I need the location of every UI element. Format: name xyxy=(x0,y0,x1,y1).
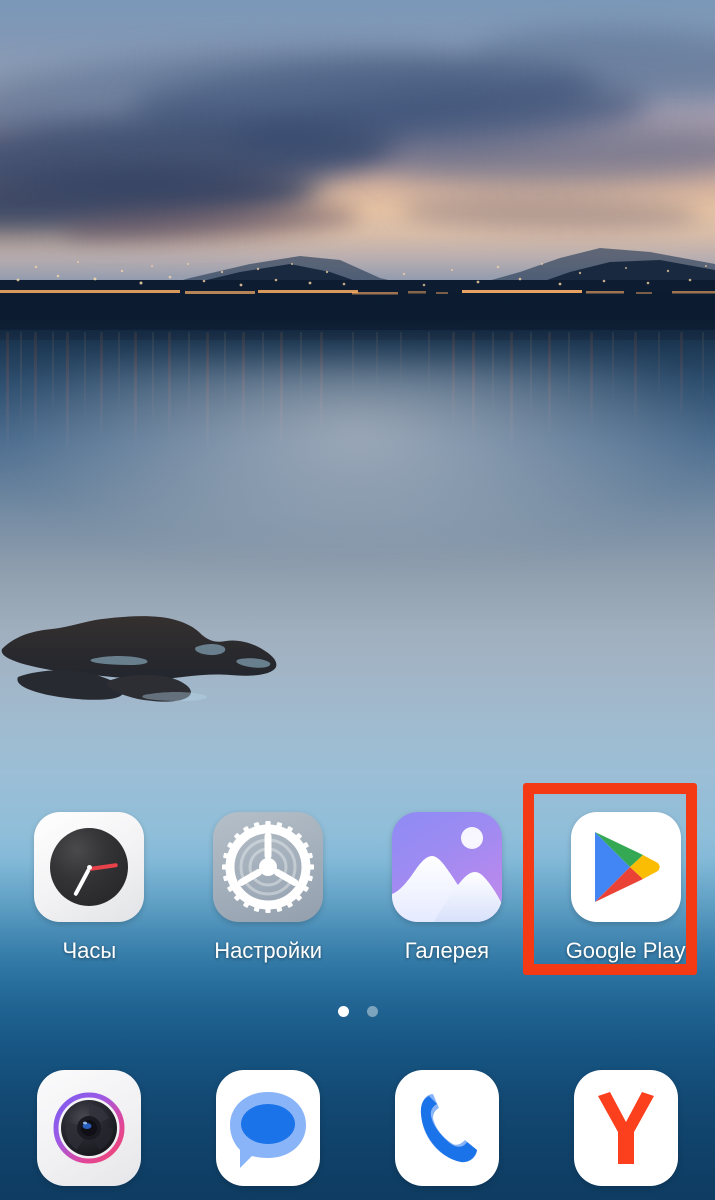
app-label-settings: Настройки xyxy=(214,938,323,963)
app-icon-settings[interactable]: Настройки xyxy=(179,812,358,964)
settings-gear-icon[interactable] xyxy=(213,812,324,922)
home-screen: Часы Настройки Галерея Google Play xyxy=(0,0,715,1200)
messages-bubble-icon[interactable] xyxy=(216,1070,321,1186)
dock-item-messages[interactable] xyxy=(179,1070,358,1186)
clock-minute-hand xyxy=(73,868,92,897)
clock-center-pin xyxy=(86,864,92,870)
clock-icon[interactable] xyxy=(34,812,145,922)
gallery-photo-icon[interactable] xyxy=(391,812,502,922)
app-label-google-play: Google Play xyxy=(565,938,686,963)
page-indicator xyxy=(0,1006,715,1017)
clock-hour-hand xyxy=(89,862,119,871)
app-label-gallery: Галерея xyxy=(404,938,490,963)
dock-item-yandex-browser[interactable] xyxy=(536,1070,715,1186)
water-haze xyxy=(0,360,715,540)
app-grid-row: Часы Настройки Галерея Google Play xyxy=(0,812,715,964)
page-dot-active[interactable] xyxy=(337,1006,349,1017)
clock-face xyxy=(50,828,129,906)
app-icon-google-play[interactable]: Google Play xyxy=(536,812,715,964)
city-lights xyxy=(0,258,715,310)
dock xyxy=(0,1070,715,1186)
rock-outcrop xyxy=(0,585,300,715)
app-icon-clock[interactable]: Часы xyxy=(0,812,179,964)
dock-item-phone[interactable] xyxy=(358,1070,537,1186)
google-play-icon[interactable] xyxy=(570,812,681,922)
page-dot-inactive[interactable] xyxy=(366,1006,378,1017)
phone-handset-icon[interactable] xyxy=(394,1070,499,1186)
yandex-browser-icon[interactable] xyxy=(573,1070,678,1186)
app-icon-gallery[interactable]: Галерея xyxy=(358,812,537,964)
wallpaper xyxy=(0,0,715,1200)
app-label-clock: Часы xyxy=(62,938,117,963)
camera-icon[interactable] xyxy=(37,1070,142,1186)
dock-item-camera[interactable] xyxy=(0,1070,179,1186)
